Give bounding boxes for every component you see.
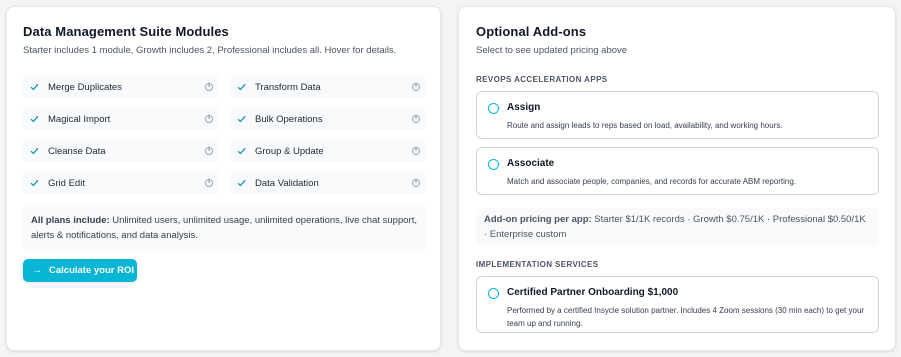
radio-button[interactable] bbox=[488, 288, 499, 299]
module-label: Merge Duplicates bbox=[48, 81, 122, 93]
module-transform-data[interactable]: Transform Data i bbox=[230, 76, 426, 98]
roi-button-label: Calculate your ROI bbox=[49, 265, 134, 276]
radio-button[interactable] bbox=[488, 159, 499, 170]
modules-card: Data Management Suite Modules Starter in… bbox=[6, 6, 441, 351]
check-icon bbox=[235, 177, 247, 189]
addons-card: Optional Add-ons Select to see updated p… bbox=[458, 6, 896, 351]
info-icon[interactable]: i bbox=[412, 179, 420, 187]
module-group-update[interactable]: Group & Update i bbox=[230, 140, 426, 162]
revops-heading: REVOPS ACCELERATION APPS bbox=[476, 75, 608, 84]
check-icon bbox=[235, 145, 247, 157]
pricing-label: Add-on pricing per app: bbox=[484, 214, 592, 225]
module-label: Bulk Operations bbox=[255, 113, 323, 125]
info-icon[interactable]: i bbox=[205, 83, 213, 91]
check-icon bbox=[235, 81, 247, 93]
option-title: Certified Partner Onboarding $1,000 bbox=[507, 287, 679, 298]
info-icon[interactable]: i bbox=[205, 115, 213, 123]
module-label: Cleanse Data bbox=[48, 145, 106, 157]
module-grid-edit[interactable]: Grid Edit i bbox=[23, 172, 219, 194]
all-plans-include: All plans include: Unlimited users, unli… bbox=[23, 205, 426, 251]
check-icon bbox=[28, 145, 40, 157]
module-magical-import[interactable]: Magical Import i bbox=[23, 108, 219, 130]
option-title: Associate bbox=[507, 158, 555, 169]
module-cleanse-data[interactable]: Cleanse Data i bbox=[23, 140, 219, 162]
info-icon[interactable]: i bbox=[205, 179, 213, 187]
module-data-validation[interactable]: Data Validation i bbox=[230, 172, 426, 194]
addon-option-associate[interactable]: Associate Match and associate people, co… bbox=[476, 147, 879, 195]
modules-subtitle: Starter includes 1 module, Growth includ… bbox=[23, 45, 397, 56]
calculate-roi-button[interactable]: → Calculate your ROI bbox=[23, 259, 137, 282]
check-icon bbox=[28, 81, 40, 93]
module-label: Magical Import bbox=[48, 113, 111, 125]
info-icon[interactable]: i bbox=[412, 83, 420, 91]
module-bulk-operations[interactable]: Bulk Operations i bbox=[230, 108, 426, 130]
info-icon[interactable]: i bbox=[412, 147, 420, 155]
addon-option-onboarding[interactable]: Certified Partner Onboarding $1,000 Perf… bbox=[476, 276, 879, 333]
module-merge-duplicates[interactable]: Merge Duplicates i bbox=[23, 76, 219, 98]
module-label: Transform Data bbox=[255, 81, 321, 93]
plans-label: All plans include: bbox=[31, 215, 110, 226]
option-description: Route and assign leads to reps based on … bbox=[507, 121, 783, 130]
check-icon bbox=[28, 113, 40, 125]
info-icon[interactable]: i bbox=[412, 115, 420, 123]
radio-button[interactable] bbox=[488, 103, 499, 114]
check-icon bbox=[235, 113, 247, 125]
module-label: Data Validation bbox=[255, 177, 319, 189]
addons-subtitle: Select to see updated pricing above bbox=[476, 45, 628, 56]
addon-pricing-info: Add-on pricing per app: Starter $1/1K re… bbox=[476, 208, 879, 245]
option-description: Performed by a certified Insycle solutio… bbox=[507, 306, 865, 328]
module-label: Grid Edit bbox=[48, 177, 85, 189]
modules-grid: Merge Duplicates i Transform Data i Magi… bbox=[23, 76, 426, 194]
option-description: Match and associate people, companies, a… bbox=[507, 177, 797, 186]
addons-title: Optional Add-ons bbox=[476, 24, 587, 39]
check-icon bbox=[28, 177, 40, 189]
addon-option-assign[interactable]: Assign Route and assign leads to reps ba… bbox=[476, 91, 879, 139]
info-icon[interactable]: i bbox=[205, 147, 213, 155]
implementation-heading: IMPLEMENTATION SERVICES bbox=[476, 260, 599, 269]
modules-title: Data Management Suite Modules bbox=[23, 24, 229, 39]
option-title: Assign bbox=[507, 102, 541, 113]
module-label: Group & Update bbox=[255, 145, 324, 157]
arrow-right-icon: → bbox=[32, 265, 42, 276]
